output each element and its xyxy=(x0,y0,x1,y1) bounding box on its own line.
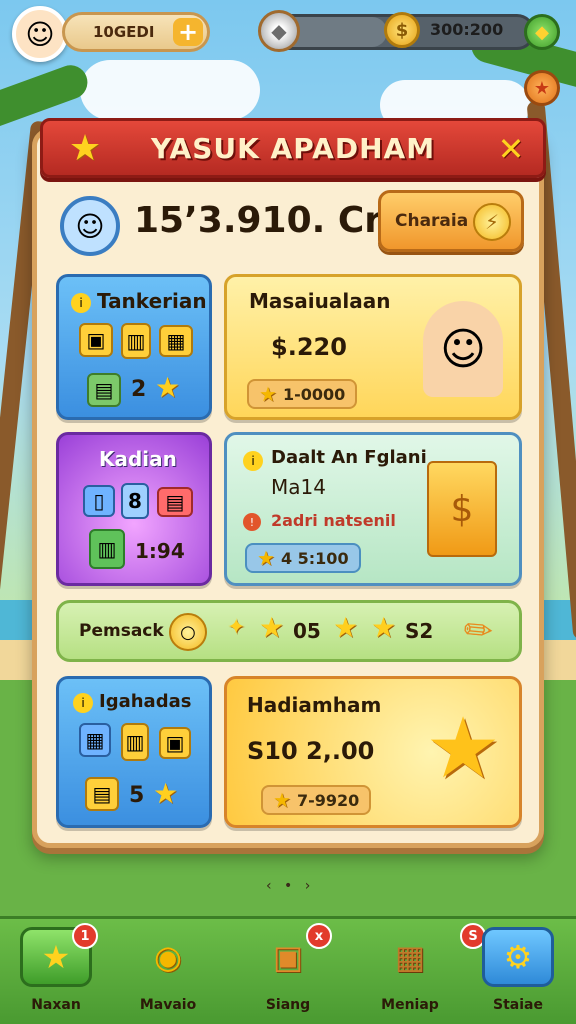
warning-icon: ! xyxy=(243,513,261,531)
crate-icon: ▦ xyxy=(394,938,426,976)
coin-icon: $ xyxy=(384,12,420,48)
star-icon: ★ xyxy=(333,611,359,644)
card-kadian[interactable]: Kadian ▯ 8 ▤ ▥ 1:94 xyxy=(56,432,212,586)
settings-icon: ⚙ xyxy=(482,927,554,987)
stars-pill: ★ 4 5:100 xyxy=(245,543,361,573)
pemsack-value1: 05 xyxy=(293,619,321,643)
coin-count: 300:200 xyxy=(430,20,504,39)
info-icon: i xyxy=(243,451,263,471)
star-icon: ★ xyxy=(257,546,275,570)
charaia-button[interactable]: Charaia ⚡ xyxy=(378,190,524,252)
nav-item-staiae[interactable]: ⚙ Staiae xyxy=(478,927,558,1017)
nav-label: Meniap xyxy=(381,997,439,1013)
card-title: Tankerian xyxy=(97,289,207,313)
box-icon: ▤ xyxy=(85,777,119,811)
star-icon: ★ xyxy=(273,788,291,812)
card-igahadas[interactable]: i Igahadas ▦ ▥ ▣ ▤ 5 ★ xyxy=(56,676,212,828)
card-title: Igahadas xyxy=(99,691,192,712)
coins-icon: ◉ xyxy=(154,938,182,976)
stars-value: 1-0000 xyxy=(282,384,346,404)
nav-badge: 1 xyxy=(72,923,98,949)
player-id-pill: 10GEDI + xyxy=(62,12,210,52)
machine-icon: ▦ xyxy=(79,723,111,757)
masaiualaan-price: $.220 xyxy=(271,333,347,361)
player-portrait: ☺ xyxy=(60,196,120,256)
close-icon[interactable]: ✕ xyxy=(493,131,529,167)
star-icon: ★ xyxy=(259,611,285,644)
eight-icon: 8 xyxy=(121,483,149,519)
pencil-icon: ✎ xyxy=(455,606,503,656)
card-note: 2adri natsenil xyxy=(271,511,396,530)
card-dealt[interactable]: i Daalt An Fglani Ma14 ! 2adri natsenil … xyxy=(224,432,522,586)
card-title: Daalt An Fglani xyxy=(271,447,427,468)
crate-icon: ▦ xyxy=(159,325,193,357)
pemsack-row[interactable]: Pemsack ○ ✦ ★ 05 ★ ★ S2 ✎ xyxy=(56,600,522,662)
treasure-box-icon: $ xyxy=(427,461,497,557)
stars-pill: ★ 1-0000 xyxy=(247,379,358,409)
nav-item-siang[interactable]: ▣ x Siang xyxy=(248,923,332,1017)
gem-icon[interactable]: ◆ xyxy=(258,10,300,52)
star-icon[interactable]: ★ xyxy=(524,70,560,106)
nav-item-meniap[interactable]: ▦ S Meniap xyxy=(370,923,486,1017)
stars-value: 7-9920 xyxy=(296,790,360,810)
character-icon: ☺ xyxy=(423,301,503,397)
nav-badge: x xyxy=(306,923,332,949)
title-ribbon: ★ YASUK APADHAM ✕ xyxy=(40,118,546,178)
card-title: Hadiamham xyxy=(247,693,382,717)
sparkle-icon: ✦ xyxy=(227,615,246,640)
player-id: 10GEDI xyxy=(93,23,155,41)
hadiamham-price: S10 2,.00 xyxy=(247,737,375,765)
pemsack-label: Pemsack xyxy=(79,621,164,641)
star-icon: ★ xyxy=(155,371,181,404)
card-title: Masaiualaan xyxy=(249,289,391,313)
crate-icon: ▣ xyxy=(159,727,191,759)
star-icon: ★ xyxy=(68,128,102,169)
stars-pill: ★ 7-9920 xyxy=(261,785,372,815)
lightning-icon: ⚡ xyxy=(473,203,511,241)
barrel-icon: ▥ xyxy=(121,323,151,359)
card-subtitle: Ma14 xyxy=(271,475,326,499)
player-score: 15’3.910. Crk xyxy=(134,200,406,241)
gift-box-icon: ▥ xyxy=(89,529,125,569)
barrel-icon: ▥ xyxy=(121,723,149,761)
panel-title: YASUK APADHAM xyxy=(150,131,436,165)
stars-value: 4 5:100 xyxy=(280,548,349,568)
info-icon: i xyxy=(73,693,93,713)
tankerian-count: 2 xyxy=(131,377,147,402)
player-avatar[interactable]: ☺ xyxy=(12,6,68,62)
phone-icon: ▯ xyxy=(83,485,115,517)
bottom-nav: ★ 1 Naxan ◉ Mavaio ▣ x Siang ▦ S Meniap … xyxy=(0,916,576,1024)
present-icon: ▤ xyxy=(157,487,193,517)
top-bar: ☺ 10GEDI + ◆ $ 300:200 ◆ ★ xyxy=(0,0,576,106)
nav-label: Mavaio xyxy=(139,997,197,1013)
gold-star-badge-icon: ★ xyxy=(425,699,501,797)
charaia-button-label: Charaia xyxy=(395,211,469,231)
box-icon: ▣ xyxy=(79,323,113,357)
nav-label: Siang xyxy=(265,997,311,1013)
nav-item-naxan[interactable]: ★ 1 Naxan xyxy=(16,923,98,1017)
gift-icon: ▤ xyxy=(87,373,121,407)
coin-icon: ○ xyxy=(169,613,207,651)
star-icon: ★ xyxy=(259,382,277,406)
star-icon: ★ xyxy=(153,777,179,810)
card-hadiamham[interactable]: Hadiamham S10 2,.00 ★ 7-9920 ★ xyxy=(224,676,522,828)
nav-item-mavaio[interactable]: ◉ Mavaio xyxy=(128,927,208,1017)
card-tankerian[interactable]: i Tankerian ▣ ▥ ▦ ▤ 2 ★ xyxy=(56,274,212,420)
igahadas-count: 5 xyxy=(129,783,145,808)
gem-shop-icon[interactable]: ◆ xyxy=(524,14,560,50)
pemsack-value2: S2 xyxy=(405,619,434,643)
nav-label: Staiae xyxy=(493,997,543,1013)
kadian-value: 1:94 xyxy=(135,539,185,563)
info-icon: i xyxy=(71,293,91,313)
card-title: Kadian xyxy=(99,447,177,471)
card-masaiualaan[interactable]: Masaiualaan $.220 ★ 1-0000 ☺ xyxy=(224,274,522,420)
star-icon: ★ xyxy=(371,611,397,644)
nav-label: Naxan xyxy=(31,997,81,1013)
plus-icon[interactable]: + xyxy=(173,18,203,46)
pager-dots[interactable]: ‹ • › xyxy=(266,878,314,894)
